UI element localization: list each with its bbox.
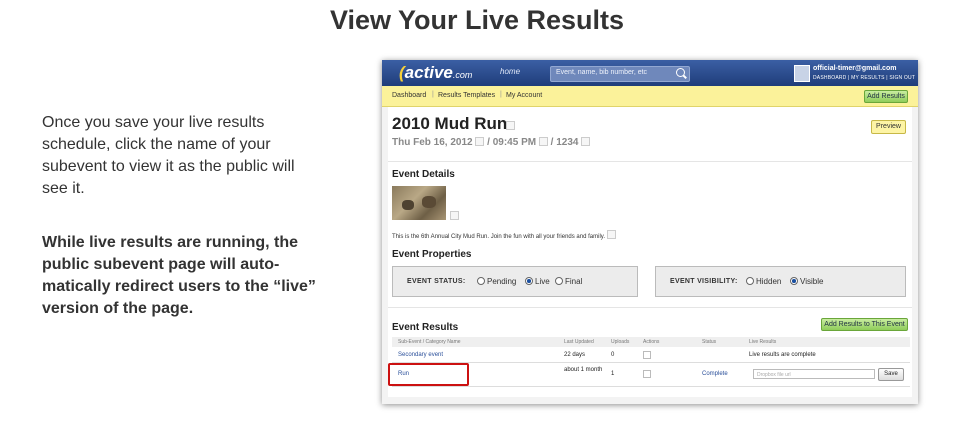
col-header: Sub-Event / Category Name <box>398 339 461 345</box>
preview-button[interactable]: Preview <box>871 120 906 134</box>
status-complete: Complete <box>702 371 728 377</box>
add-results-to-event-button[interactable]: Add Results to This Event <box>821 318 908 331</box>
account-links[interactable]: DASHBOARD | MY RESULTS | SIGN OUT <box>813 75 915 81</box>
instruction-paragraph: Once you save your live results schedule… <box>42 114 295 197</box>
live-results-text: Live results are complete <box>749 352 816 358</box>
search-placeholder: Event, name, bib number, etc <box>556 69 648 76</box>
slide-title: View Your Live Results <box>329 5 625 35</box>
uploads-count: 0 <box>611 352 615 358</box>
event-visibility-label: EVENT VISIBILITY: <box>670 278 738 285</box>
col-header: Last Updated <box>564 339 594 345</box>
table-row: Run about 1 month 1 Complete Dropbox fil… <box>392 364 910 387</box>
table-row: Secondary event 22 days 0 Live results a… <box>392 348 910 363</box>
col-header: Uploads <box>611 339 630 345</box>
event-properties-heading: Event Properties <box>392 249 472 260</box>
nav-dashboard[interactable]: Dashboard <box>392 92 426 99</box>
event-number: 1234 <box>556 137 579 148</box>
edit-icon[interactable] <box>538 137 548 146</box>
refresh-icon[interactable] <box>643 370 651 378</box>
event-title: 2010 Mud Run <box>392 114 508 133</box>
divider <box>388 307 912 308</box>
edit-icon[interactable] <box>606 230 616 239</box>
last-updated: 22 days <box>564 352 586 358</box>
nav-separator: | <box>500 91 502 98</box>
col-header: Live Results <box>749 339 777 345</box>
status-radio-live[interactable]: Live <box>525 277 550 286</box>
event-visibility-box: EVENT VISIBILITY: Hidden Visible <box>655 266 906 297</box>
event-status-label: EVENT STATUS: <box>407 278 466 285</box>
col-header: Status <box>702 339 717 345</box>
nav-results-templates[interactable]: Results Templates <box>438 92 495 99</box>
edit-icon[interactable] <box>506 121 515 130</box>
account-email: official-timer@gmail.com <box>813 65 897 72</box>
status-radio-final[interactable]: Final <box>555 277 582 286</box>
refresh-icon[interactable] <box>643 351 651 359</box>
divider <box>388 161 912 162</box>
event-status-box: EVENT STATUS: Pending Live Final <box>392 266 638 297</box>
results-table-header: Sub-Event / Category Name Last Updated U… <box>392 337 910 347</box>
edit-icon[interactable] <box>450 211 459 220</box>
uploads-count: 1 <box>611 371 615 377</box>
event-results-heading: Event Results <box>392 322 459 333</box>
note-paragraph: While live results are running, the publ… <box>42 234 316 317</box>
event-description: This is the 6th Annual City Mud Run. Joi… <box>392 230 616 240</box>
home-link[interactable]: home <box>500 67 520 76</box>
active-logo[interactable]: (active.com <box>399 63 472 83</box>
status-radio-pending[interactable]: Pending <box>477 277 516 286</box>
edit-icon[interactable] <box>475 137 485 146</box>
visibility-radio-hidden[interactable]: Hidden <box>746 277 781 286</box>
event-content: 2010 Mud Run Thu Feb 16, 2012 / 09:45 PM… <box>388 107 912 397</box>
nav-my-account[interactable]: My Account <box>506 92 542 99</box>
nav-separator: | <box>432 91 434 98</box>
last-updated: about 1 month <box>564 367 603 373</box>
event-subtitle: Thu Feb 16, 2012 / 09:45 PM / 1234 <box>392 137 591 148</box>
add-results-button[interactable]: Add Results <box>864 90 908 103</box>
edit-icon[interactable] <box>581 137 591 146</box>
search-input[interactable]: Event, name, bib number, etc <box>550 66 690 82</box>
visibility-radio-visible[interactable]: Visible <box>790 277 823 286</box>
highlight-box <box>388 363 469 386</box>
top-bar: (active.com home Event, name, bib number… <box>382 60 918 86</box>
event-date: Thu Feb 16, 2012 <box>392 137 473 148</box>
dropbox-url-input[interactable]: Dropbox file url <box>753 369 875 379</box>
subevent-link[interactable]: Secondary event <box>398 352 443 358</box>
event-details-heading: Event Details <box>392 169 455 180</box>
event-photo <box>392 186 446 220</box>
avatar <box>794 65 810 82</box>
save-button[interactable]: Save <box>878 368 904 381</box>
col-header: Actions <box>643 339 660 345</box>
app-screenshot: (active.com home Event, name, bib number… <box>382 60 918 404</box>
search-icon[interactable] <box>676 68 685 77</box>
nav-bar: Dashboard | Results Templates | My Accou… <box>382 86 918 107</box>
event-time: 09:45 PM <box>492 137 537 148</box>
